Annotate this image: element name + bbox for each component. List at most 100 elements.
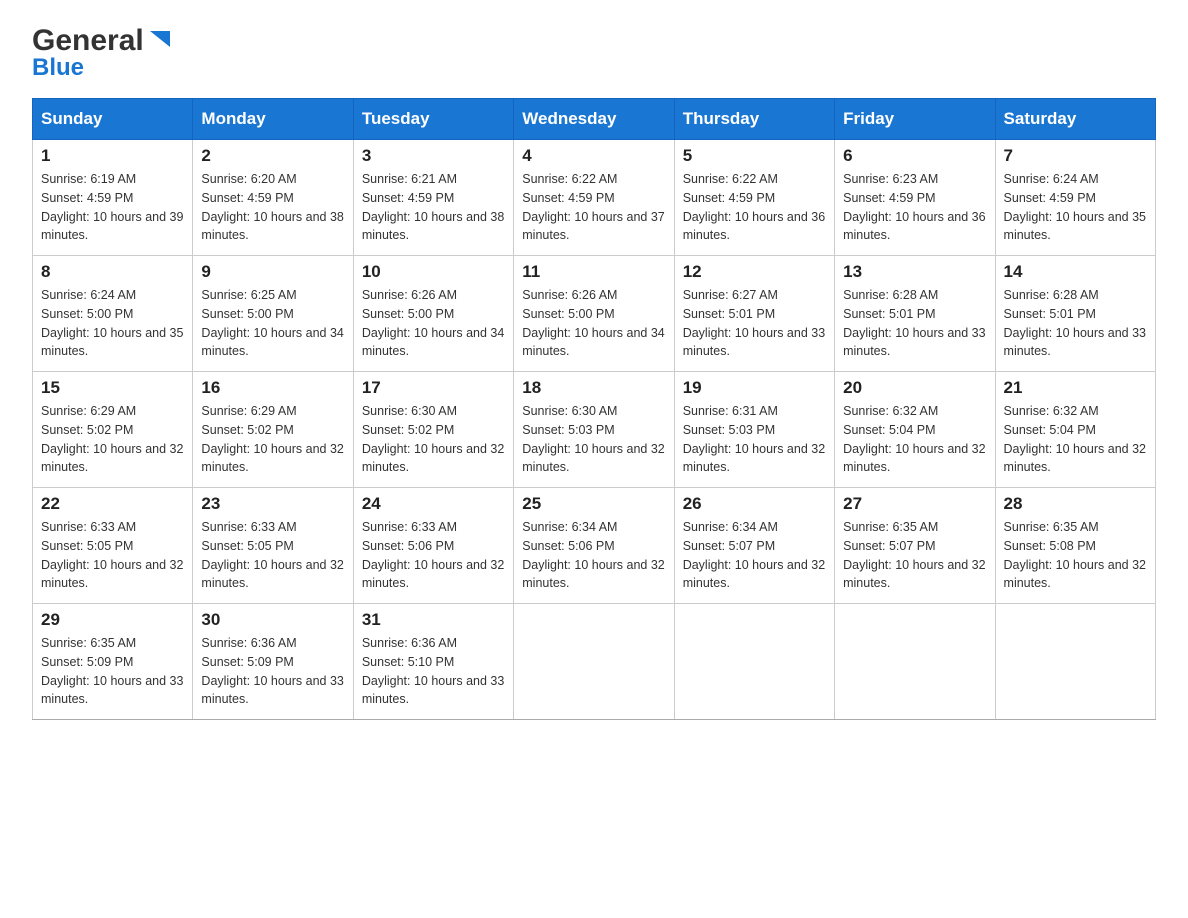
day-info: Sunrise: 6:24 AM Sunset: 5:00 PM Dayligh… — [41, 286, 184, 361]
calendar-cell: 8 Sunrise: 6:24 AM Sunset: 5:00 PM Dayli… — [33, 256, 193, 372]
day-number: 16 — [201, 378, 344, 398]
calendar-week-row: 15 Sunrise: 6:29 AM Sunset: 5:02 PM Dayl… — [33, 372, 1156, 488]
calendar-week-row: 29 Sunrise: 6:35 AM Sunset: 5:09 PM Dayl… — [33, 604, 1156, 720]
day-info: Sunrise: 6:25 AM Sunset: 5:00 PM Dayligh… — [201, 286, 344, 361]
calendar-table: SundayMondayTuesdayWednesdayThursdayFrid… — [32, 98, 1156, 720]
logo-blue-text: Blue — [32, 54, 84, 82]
calendar-cell: 30 Sunrise: 6:36 AM Sunset: 5:09 PM Dayl… — [193, 604, 353, 720]
day-info: Sunrise: 6:27 AM Sunset: 5:01 PM Dayligh… — [683, 286, 826, 361]
day-info: Sunrise: 6:20 AM Sunset: 4:59 PM Dayligh… — [201, 170, 344, 245]
calendar-cell: 31 Sunrise: 6:36 AM Sunset: 5:10 PM Dayl… — [353, 604, 513, 720]
day-number: 5 — [683, 146, 826, 166]
calendar-cell: 2 Sunrise: 6:20 AM Sunset: 4:59 PM Dayli… — [193, 140, 353, 256]
calendar-cell: 10 Sunrise: 6:26 AM Sunset: 5:00 PM Dayl… — [353, 256, 513, 372]
calendar-cell: 25 Sunrise: 6:34 AM Sunset: 5:06 PM Dayl… — [514, 488, 674, 604]
calendar-cell: 24 Sunrise: 6:33 AM Sunset: 5:06 PM Dayl… — [353, 488, 513, 604]
calendar-cell — [514, 604, 674, 720]
day-number: 11 — [522, 262, 665, 282]
day-info: Sunrise: 6:31 AM Sunset: 5:03 PM Dayligh… — [683, 402, 826, 477]
day-number: 20 — [843, 378, 986, 398]
day-info: Sunrise: 6:22 AM Sunset: 4:59 PM Dayligh… — [522, 170, 665, 245]
day-info: Sunrise: 6:32 AM Sunset: 5:04 PM Dayligh… — [843, 402, 986, 477]
calendar-week-row: 8 Sunrise: 6:24 AM Sunset: 5:00 PM Dayli… — [33, 256, 1156, 372]
calendar-cell: 22 Sunrise: 6:33 AM Sunset: 5:05 PM Dayl… — [33, 488, 193, 604]
calendar-cell: 18 Sunrise: 6:30 AM Sunset: 5:03 PM Dayl… — [514, 372, 674, 488]
day-number: 27 — [843, 494, 986, 514]
calendar-day-header: Monday — [193, 99, 353, 140]
day-info: Sunrise: 6:22 AM Sunset: 4:59 PM Dayligh… — [683, 170, 826, 245]
day-info: Sunrise: 6:33 AM Sunset: 5:05 PM Dayligh… — [41, 518, 184, 593]
calendar-cell: 21 Sunrise: 6:32 AM Sunset: 5:04 PM Dayl… — [995, 372, 1155, 488]
day-number: 13 — [843, 262, 986, 282]
day-info: Sunrise: 6:35 AM Sunset: 5:08 PM Dayligh… — [1004, 518, 1147, 593]
day-info: Sunrise: 6:28 AM Sunset: 5:01 PM Dayligh… — [1004, 286, 1147, 361]
day-number: 4 — [522, 146, 665, 166]
calendar-week-row: 22 Sunrise: 6:33 AM Sunset: 5:05 PM Dayl… — [33, 488, 1156, 604]
calendar-cell: 11 Sunrise: 6:26 AM Sunset: 5:00 PM Dayl… — [514, 256, 674, 372]
calendar-cell: 6 Sunrise: 6:23 AM Sunset: 4:59 PM Dayli… — [835, 140, 995, 256]
calendar-day-header: Wednesday — [514, 99, 674, 140]
day-info: Sunrise: 6:33 AM Sunset: 5:06 PM Dayligh… — [362, 518, 505, 593]
logo-triangle-icon — [146, 25, 174, 53]
calendar-cell: 7 Sunrise: 6:24 AM Sunset: 4:59 PM Dayli… — [995, 140, 1155, 256]
day-number: 10 — [362, 262, 505, 282]
day-number: 23 — [201, 494, 344, 514]
day-number: 26 — [683, 494, 826, 514]
day-number: 9 — [201, 262, 344, 282]
page-header: General Blue — [32, 24, 1156, 82]
calendar-day-header: Thursday — [674, 99, 834, 140]
calendar-cell: 17 Sunrise: 6:30 AM Sunset: 5:02 PM Dayl… — [353, 372, 513, 488]
day-info: Sunrise: 6:26 AM Sunset: 5:00 PM Dayligh… — [362, 286, 505, 361]
calendar-cell: 13 Sunrise: 6:28 AM Sunset: 5:01 PM Dayl… — [835, 256, 995, 372]
calendar-cell: 3 Sunrise: 6:21 AM Sunset: 4:59 PM Dayli… — [353, 140, 513, 256]
calendar-cell: 19 Sunrise: 6:31 AM Sunset: 5:03 PM Dayl… — [674, 372, 834, 488]
day-number: 14 — [1004, 262, 1147, 282]
day-number: 8 — [41, 262, 184, 282]
day-number: 29 — [41, 610, 184, 630]
calendar-cell: 26 Sunrise: 6:34 AM Sunset: 5:07 PM Dayl… — [674, 488, 834, 604]
day-info: Sunrise: 6:29 AM Sunset: 5:02 PM Dayligh… — [201, 402, 344, 477]
calendar-cell: 12 Sunrise: 6:27 AM Sunset: 5:01 PM Dayl… — [674, 256, 834, 372]
day-number: 1 — [41, 146, 184, 166]
day-info: Sunrise: 6:23 AM Sunset: 4:59 PM Dayligh… — [843, 170, 986, 245]
day-info: Sunrise: 6:35 AM Sunset: 5:07 PM Dayligh… — [843, 518, 986, 593]
calendar-cell: 28 Sunrise: 6:35 AM Sunset: 5:08 PM Dayl… — [995, 488, 1155, 604]
day-number: 30 — [201, 610, 344, 630]
calendar-day-header: Saturday — [995, 99, 1155, 140]
day-number: 21 — [1004, 378, 1147, 398]
day-number: 18 — [522, 378, 665, 398]
day-number: 25 — [522, 494, 665, 514]
day-info: Sunrise: 6:24 AM Sunset: 4:59 PM Dayligh… — [1004, 170, 1147, 245]
calendar-cell: 23 Sunrise: 6:33 AM Sunset: 5:05 PM Dayl… — [193, 488, 353, 604]
calendar-header-row: SundayMondayTuesdayWednesdayThursdayFrid… — [33, 99, 1156, 140]
calendar-day-header: Tuesday — [353, 99, 513, 140]
day-info: Sunrise: 6:32 AM Sunset: 5:04 PM Dayligh… — [1004, 402, 1147, 477]
calendar-cell: 9 Sunrise: 6:25 AM Sunset: 5:00 PM Dayli… — [193, 256, 353, 372]
day-info: Sunrise: 6:29 AM Sunset: 5:02 PM Dayligh… — [41, 402, 184, 477]
calendar-cell: 14 Sunrise: 6:28 AM Sunset: 5:01 PM Dayl… — [995, 256, 1155, 372]
day-number: 2 — [201, 146, 344, 166]
calendar-cell — [995, 604, 1155, 720]
day-number: 15 — [41, 378, 184, 398]
calendar-cell: 29 Sunrise: 6:35 AM Sunset: 5:09 PM Dayl… — [33, 604, 193, 720]
day-info: Sunrise: 6:30 AM Sunset: 5:03 PM Dayligh… — [522, 402, 665, 477]
calendar-cell — [674, 604, 834, 720]
calendar-day-header: Sunday — [33, 99, 193, 140]
day-number: 24 — [362, 494, 505, 514]
day-number: 31 — [362, 610, 505, 630]
calendar-cell: 15 Sunrise: 6:29 AM Sunset: 5:02 PM Dayl… — [33, 372, 193, 488]
calendar-cell: 27 Sunrise: 6:35 AM Sunset: 5:07 PM Dayl… — [835, 488, 995, 604]
calendar-day-header: Friday — [835, 99, 995, 140]
day-info: Sunrise: 6:21 AM Sunset: 4:59 PM Dayligh… — [362, 170, 505, 245]
day-info: Sunrise: 6:36 AM Sunset: 5:10 PM Dayligh… — [362, 634, 505, 709]
day-info: Sunrise: 6:34 AM Sunset: 5:06 PM Dayligh… — [522, 518, 665, 593]
logo-general-text: General — [32, 24, 144, 58]
calendar-week-row: 1 Sunrise: 6:19 AM Sunset: 4:59 PM Dayli… — [33, 140, 1156, 256]
day-info: Sunrise: 6:28 AM Sunset: 5:01 PM Dayligh… — [843, 286, 986, 361]
day-info: Sunrise: 6:19 AM Sunset: 4:59 PM Dayligh… — [41, 170, 184, 245]
day-info: Sunrise: 6:30 AM Sunset: 5:02 PM Dayligh… — [362, 402, 505, 477]
day-number: 17 — [362, 378, 505, 398]
calendar-cell: 5 Sunrise: 6:22 AM Sunset: 4:59 PM Dayli… — [674, 140, 834, 256]
day-number: 22 — [41, 494, 184, 514]
day-number: 12 — [683, 262, 826, 282]
